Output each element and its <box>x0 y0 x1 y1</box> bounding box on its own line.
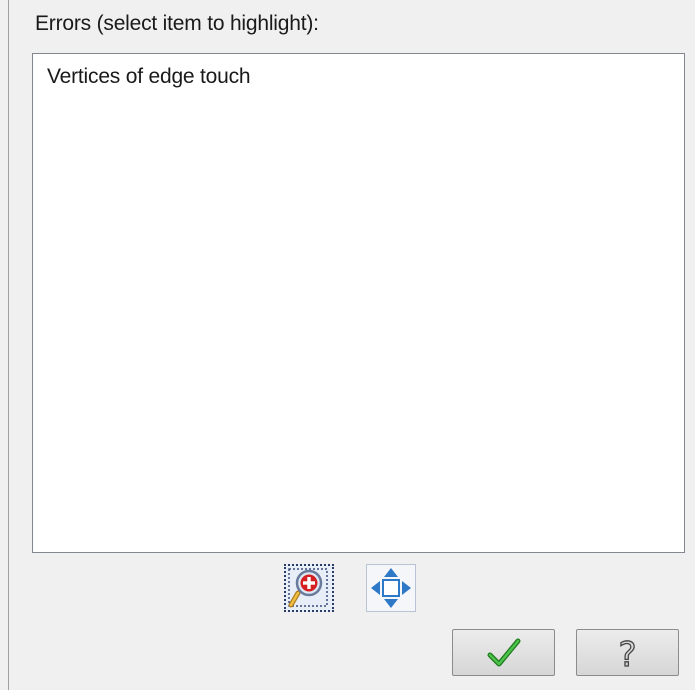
checkmark-icon <box>487 638 521 667</box>
pan-to-selection-button[interactable] <box>366 564 416 612</box>
errors-label: Errors (select item to highlight): <box>35 12 319 35</box>
zoom-to-selection-icon <box>288 568 328 608</box>
ok-button[interactable] <box>452 629 555 676</box>
window-border <box>8 0 9 690</box>
pan-to-selection-icon <box>371 568 411 608</box>
zoom-to-selection-button[interactable] <box>284 564 334 612</box>
errors-listbox[interactable]: Vertices of edge touch <box>32 53 685 553</box>
question-mark-icon: ? <box>618 634 637 675</box>
error-list-item[interactable]: Vertices of edge touch <box>45 63 252 91</box>
svg-text:?: ? <box>618 635 636 675</box>
help-button[interactable]: ? <box>576 629 679 676</box>
